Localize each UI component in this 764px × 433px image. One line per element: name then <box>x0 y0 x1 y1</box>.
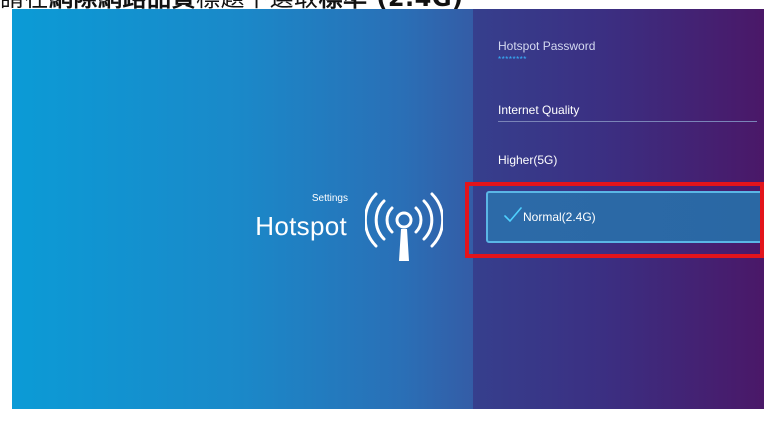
breadcrumb-settings: Settings <box>311 193 348 204</box>
page: 請在網際網路品質標題下選取標準 (2.4G) Settings Hotspot <box>0 0 764 433</box>
page-title: Hotspot <box>255 211 347 241</box>
hotspot-antenna-icon <box>365 192 443 261</box>
hotspot-password-value: ******** <box>498 55 527 64</box>
option-higher-5g[interactable]: Higher(5G) <box>498 153 557 167</box>
highlight-annotation-box <box>465 182 764 258</box>
settings-header-pane: Settings Hotspot <box>12 9 473 409</box>
internet-quality-label: Internet Quality <box>498 103 580 117</box>
hotspot-password-label[interactable]: Hotspot Password <box>498 39 595 53</box>
internet-quality-divider <box>498 121 757 122</box>
